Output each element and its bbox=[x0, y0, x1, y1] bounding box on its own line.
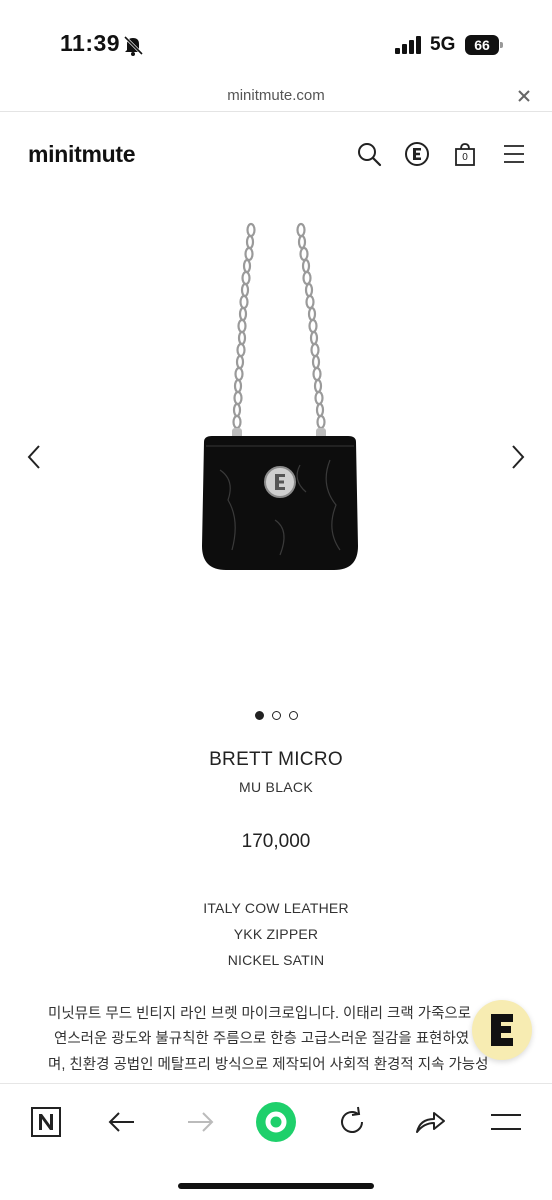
spec-line: NICKEL SATIN bbox=[227, 952, 325, 968]
network-label: 5G bbox=[430, 34, 456, 55]
product-price: 170,000 bbox=[241, 831, 311, 852]
product-image bbox=[202, 222, 358, 570]
gallery-pagination bbox=[0, 707, 552, 720]
pagination-dot-3[interactable] bbox=[288, 711, 298, 720]
site-logo[interactable]: minitmute bbox=[28, 141, 136, 168]
cart-count: 0 bbox=[462, 152, 468, 163]
battery-level: 66 bbox=[465, 35, 499, 55]
status-time: 11:39 bbox=[60, 30, 121, 56]
bell-slash-icon bbox=[123, 35, 144, 56]
floating-brand-button[interactable] bbox=[472, 1000, 532, 1060]
url-bar[interactable]: minitmute.com bbox=[0, 82, 552, 112]
status-bar: 11:39 5G 66 bbox=[0, 0, 552, 82]
menu-icon[interactable] bbox=[488, 1104, 524, 1140]
brand-e-icon[interactable] bbox=[404, 141, 430, 167]
browser-toolbar bbox=[0, 1083, 552, 1200]
green-home-icon[interactable] bbox=[254, 1100, 298, 1144]
brand-e-icon bbox=[491, 1014, 513, 1046]
battery-tip bbox=[500, 42, 503, 48]
forward-arrow-icon[interactable] bbox=[182, 1104, 218, 1140]
reload-icon[interactable] bbox=[334, 1104, 370, 1140]
site-header: minitmute 0 bbox=[0, 113, 552, 198]
product-color: MU BLACK bbox=[239, 779, 313, 795]
battery-icon: 66 bbox=[465, 35, 503, 55]
share-icon[interactable] bbox=[412, 1104, 448, 1140]
naver-n-icon[interactable] bbox=[28, 1104, 64, 1140]
close-icon[interactable] bbox=[516, 88, 532, 104]
chevron-left-icon[interactable] bbox=[26, 444, 42, 470]
signal-icon bbox=[395, 36, 421, 54]
product-name: BRETT MICRO bbox=[209, 749, 343, 770]
pagination-dot-2[interactable] bbox=[271, 711, 281, 720]
cart-icon[interactable]: 0 bbox=[452, 141, 478, 167]
spec-line: ITALY COW LEATHER bbox=[203, 900, 349, 916]
pagination-dot-1[interactable] bbox=[254, 711, 264, 720]
back-arrow-icon[interactable] bbox=[104, 1104, 140, 1140]
home-indicator[interactable] bbox=[178, 1183, 374, 1189]
spec-line: YKK ZIPPER bbox=[233, 926, 319, 942]
chevron-right-icon[interactable] bbox=[510, 444, 526, 470]
search-icon[interactable] bbox=[356, 141, 382, 167]
product-gallery[interactable] bbox=[0, 200, 552, 700]
url-text[interactable]: minitmute.com bbox=[0, 87, 552, 104]
hamburger-menu-icon[interactable] bbox=[501, 141, 527, 167]
